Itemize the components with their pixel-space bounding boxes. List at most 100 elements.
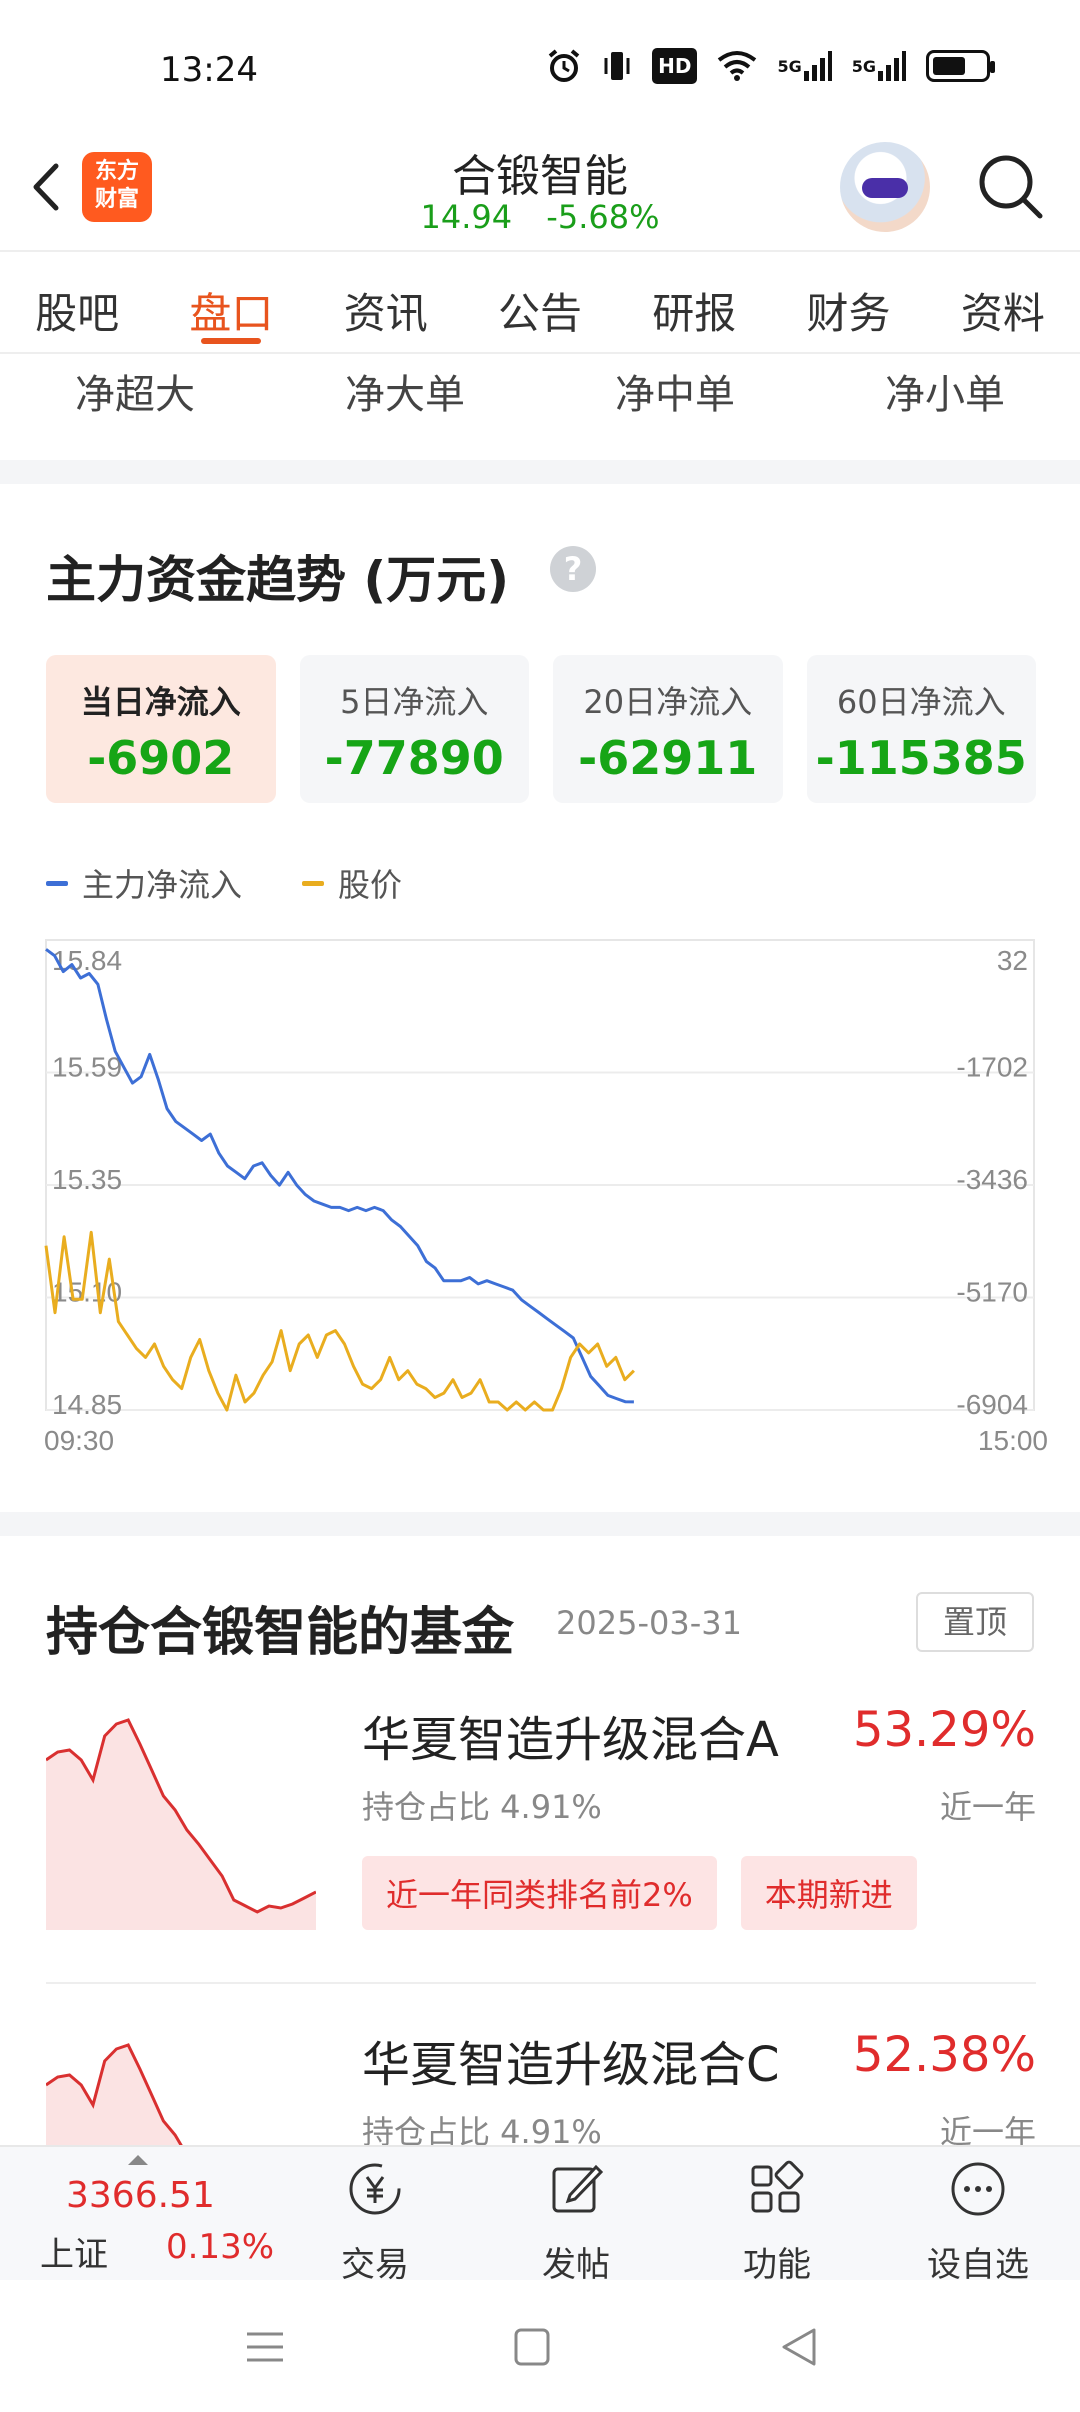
order-size-tabs: 净超大 净大单 净中单 净小单 (0, 356, 1080, 436)
stock-tabs: 股吧 盘口 资讯 公告 研报 财务 资料 (0, 254, 1080, 354)
system-nav-bar (0, 2282, 1080, 2412)
left-axis-tick: 14.85 (52, 1389, 122, 1420)
5g-signal-icon: 5G (852, 48, 906, 84)
legend-label: 主力净流入 (82, 866, 243, 904)
fund-name: 华夏智造升级混合C (362, 2037, 780, 2093)
back-button[interactable] (22, 152, 72, 222)
alarm-icon (546, 48, 582, 84)
right-axis-tick: -5170 (956, 1277, 1028, 1308)
add-watchlist-button[interactable]: 设自选 (908, 2159, 1048, 2286)
fund-tag: 本期新进 (740, 1856, 917, 1930)
left-axis-tick: 15.59 (52, 1052, 122, 1083)
card-today-net-inflow[interactable]: 当日净流入 -6902 (46, 655, 276, 803)
fund-period: 近一年 (939, 1788, 1036, 1826)
fund-row[interactable]: 华夏智造升级混合C 52.38% 持仓占比 4.91% 近一年 (46, 2025, 1036, 2145)
legend-item-main-inflow: 主力净流入 (46, 860, 242, 906)
app-logo[interactable]: 东方 财富 (82, 152, 152, 222)
index-change[interactable]: 0.13% (166, 2227, 274, 2267)
subtab-net-medium[interactable]: 净中单 (540, 356, 810, 436)
net-label: 5G (777, 56, 802, 76)
sparkline-area (46, 1720, 316, 1930)
right-axis-tick: -1702 (956, 1052, 1028, 1083)
pin-top-button[interactable]: 置顶 (916, 1592, 1034, 1652)
fund-name: 华夏智造升级混合A (362, 1712, 779, 1768)
legend-label: 股价 (338, 866, 403, 904)
stock-price: 14.94 (420, 198, 513, 236)
search-button[interactable] (976, 152, 1046, 222)
card-20day-net-inflow[interactable]: 20日净流入 -62911 (553, 655, 783, 803)
tab-pankou[interactable]: 盘口 (154, 254, 308, 352)
caret-up-icon (128, 2155, 148, 2165)
tab-news[interactable]: 资讯 (309, 254, 463, 352)
fund-sparkline (46, 1718, 316, 1930)
trade-label: 交易 (341, 2245, 409, 2285)
card-value: -62911 (578, 731, 758, 785)
left-axis-tick: 15.35 (52, 1164, 122, 1195)
right-axis-tick: 32 (997, 945, 1028, 976)
card-60day-net-inflow[interactable]: 60日净流入 -115385 (806, 655, 1036, 803)
tab-announcements[interactable]: 公告 (463, 254, 617, 352)
chevron-left-icon (33, 163, 59, 211)
home-icon[interactable] (502, 2322, 562, 2372)
help-icon[interactable]: ? (550, 546, 596, 592)
subtab-net-large[interactable]: 净大单 (270, 356, 540, 436)
fund-tag: 近一年同类排名前2% (362, 1856, 717, 1930)
x-axis-tick: 15:00 (978, 1425, 1048, 1456)
fund-return: 53.29% (852, 1702, 1036, 1758)
index-name[interactable]: 上证 (40, 2227, 108, 2276)
logo-text: 财富 (94, 187, 139, 212)
battery-icon (926, 50, 995, 82)
price-line (44, 1230, 635, 1412)
wifi-icon (717, 48, 757, 84)
subtab-net-super-large[interactable]: 净超大 (0, 356, 270, 436)
card-5day-net-inflow[interactable]: 5日净流入 -77890 (299, 655, 529, 803)
fund-sparkline (46, 2043, 183, 2145)
fund-flow-chart[interactable]: 15.84 3215.59 -170215.35 -343615.10 -517014.… (40, 930, 1050, 1460)
fund-holding-ratio: 持仓占比 4.91% (362, 1788, 602, 1826)
card-label: 60日净流入 (836, 683, 1006, 721)
assistant-robot-avatar[interactable] (840, 142, 930, 232)
section-title-fund-trend: 主力资金趋势 (万元) (46, 551, 510, 609)
net-inflow-cards: 当日净流入 -6902 5日净流入 -77890 20日净流入 -62911 6… (46, 655, 1036, 803)
fund-row[interactable]: 华夏智造升级混合A 53.29% 持仓占比 4.91% 近一年 近一年同类排名前… (46, 1700, 1036, 2000)
net-label: 5G (851, 56, 876, 76)
tab-finance[interactable]: 财务 (771, 254, 925, 352)
stock-change: -5.68% (546, 198, 660, 236)
right-axis-tick: -3436 (956, 1164, 1028, 1195)
fund-divider (46, 1982, 1036, 1984)
main-inflow-line (45, 948, 634, 1404)
5g-signal-icon: 5G (777, 48, 832, 84)
legend-item-price: 股价 (302, 860, 402, 906)
post-button[interactable]: 发帖 (506, 2159, 646, 2286)
functions-label: 功能 (743, 2245, 811, 2285)
tab-guba[interactable]: 股吧 (0, 254, 154, 352)
add-watchlist-label: 设自选 (927, 2245, 1029, 2285)
post-label: 发帖 (542, 2245, 610, 2285)
yen-trade-icon (349, 2163, 401, 2215)
search-icon (979, 155, 1043, 219)
funds-section-title: 持仓合锻智能的基金 (46, 1603, 515, 1663)
logo-text: 东方 (94, 159, 139, 184)
subtab-net-small[interactable]: 净小单 (810, 356, 1080, 436)
more-icon (951, 2162, 1005, 2216)
tab-profile[interactable]: 资料 (926, 254, 1080, 352)
card-label: 5日净流入 (340, 683, 489, 721)
edit-post-icon (552, 2164, 604, 2213)
status-time: 13:24 (160, 50, 258, 90)
index-value[interactable]: 3366.51 (66, 2175, 215, 2216)
card-value: -115385 (815, 731, 1027, 785)
trade-button[interactable]: 交易 (305, 2159, 445, 2286)
fund-return: 52.38% (852, 2027, 1036, 2083)
funds-report-date: 2025-03-31 (556, 1604, 742, 1642)
grid-apps-icon (751, 2160, 804, 2213)
stock-header: 合锻智能 14.94 -5.68% 东方 财富 (0, 140, 1080, 252)
functions-button[interactable]: 功能 (707, 2159, 847, 2286)
status-icons: HD 5G 5G (546, 48, 995, 84)
back-nav-icon[interactable] (770, 2322, 830, 2372)
section-divider (0, 1512, 1080, 1536)
tab-research[interactable]: 研报 (617, 254, 771, 352)
menu-icon[interactable] (235, 2322, 295, 2372)
chart-frame (45, 939, 1035, 1411)
x-axis-tick: 09:30 (44, 1425, 114, 1456)
bottom-action-bar: 3366.51 上证 0.13% 交易 发帖 功能 设自选 (0, 2145, 1080, 2285)
